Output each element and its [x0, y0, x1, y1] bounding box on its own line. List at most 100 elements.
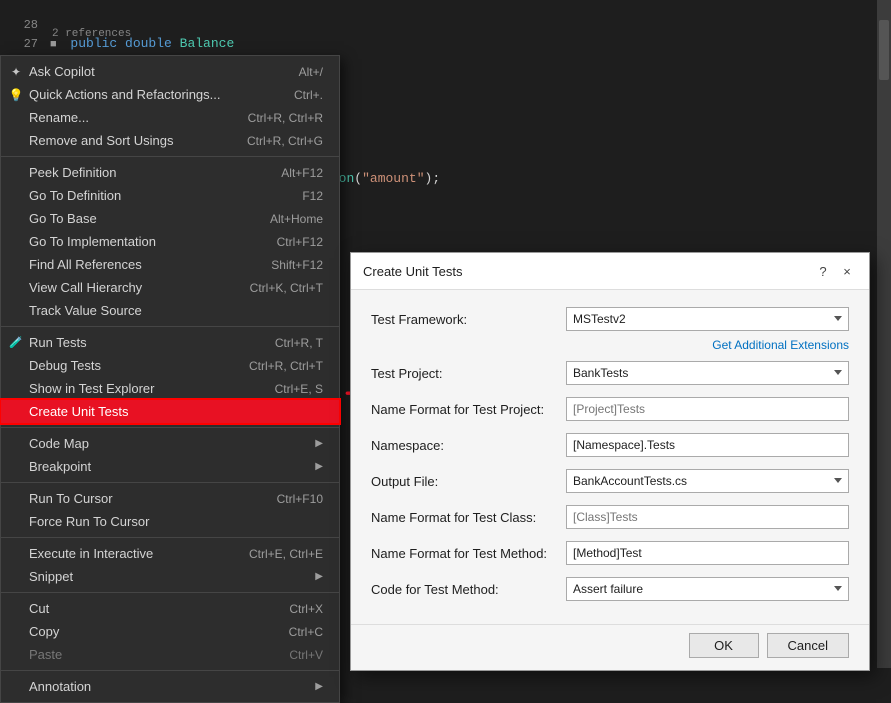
copilot-icon: ✦	[7, 65, 25, 79]
output-file-select[interactable]: BankAccountTests.cs	[566, 469, 849, 493]
menu-label: Remove and Sort Usings	[29, 133, 174, 148]
menu-item-breakpoint[interactable]: Breakpoint ▶	[1, 455, 339, 478]
menu-shortcut: Ctrl+K, Ctrl+T	[250, 281, 323, 295]
menu-item-cut[interactable]: Cut Ctrl+X	[1, 597, 339, 620]
menu-item-paste[interactable]: Paste Ctrl+V	[1, 643, 339, 666]
field-control-test-project: BankTests	[566, 361, 849, 385]
menu-label: Go To Definition	[29, 188, 121, 203]
separator	[1, 670, 339, 671]
menu-item-force-run-cursor[interactable]: Force Run To Cursor	[1, 510, 339, 533]
field-test-project: Test Project: BankTests	[371, 360, 849, 386]
menu-item-rename[interactable]: Rename... Ctrl+R, Ctrl+R	[1, 106, 339, 129]
menu-item-copy[interactable]: Copy Ctrl+C	[1, 620, 339, 643]
menu-label: Ask Copilot	[29, 64, 95, 79]
menu-label: Create Unit Tests	[29, 404, 128, 419]
get-extensions-link[interactable]: Get Additional Extensions	[371, 338, 849, 352]
menu-item-run-cursor[interactable]: Run To Cursor Ctrl+F10	[1, 487, 339, 510]
name-format-class-input[interactable]	[566, 505, 849, 529]
dialog-help-button[interactable]: ?	[813, 261, 833, 281]
menu-item-find-refs[interactable]: Find All References Shift+F12	[1, 253, 339, 276]
code-for-method-select[interactable]: Assert failure	[566, 577, 849, 601]
ok-button[interactable]: OK	[689, 633, 759, 658]
field-label-namespace: Namespace:	[371, 438, 566, 453]
menu-item-view-call-hier[interactable]: View Call Hierarchy Ctrl+K, Ctrl+T	[1, 276, 339, 299]
scrollbar-track[interactable]	[877, 0, 891, 668]
context-menu: ✦ Ask Copilot Alt+/ 💡 Quick Actions and …	[0, 55, 340, 703]
test-icon: 🧪	[7, 336, 25, 349]
name-format-project-input[interactable]	[566, 397, 849, 421]
menu-shortcut: F12	[302, 189, 323, 203]
dialog-titlebar: Create Unit Tests ? ×	[351, 253, 869, 290]
menu-item-run-tests[interactable]: 🧪 Run Tests Ctrl+R, T	[1, 331, 339, 354]
menu-item-execute-interactive[interactable]: Execute in Interactive Ctrl+E, Ctrl+E	[1, 542, 339, 565]
menu-shortcut: Alt+/	[299, 65, 323, 79]
field-output-file: Output File: BankAccountTests.cs	[371, 468, 849, 494]
dialog-controls: ? ×	[813, 261, 857, 281]
field-control-test-framework: MSTestv2 NUnit xUnit	[566, 307, 849, 331]
menu-label: Copy	[29, 624, 59, 639]
menu-label: View Call Hierarchy	[29, 280, 142, 295]
menu-label: Run To Cursor	[29, 491, 113, 506]
separator	[1, 427, 339, 428]
submenu-arrow-icon: ▶	[315, 438, 323, 449]
dialog-body: Test Framework: MSTestv2 NUnit xUnit Get…	[351, 290, 869, 624]
menu-item-go-to-base[interactable]: Go To Base Alt+Home	[1, 207, 339, 230]
menu-item-remove-sort[interactable]: Remove and Sort Usings Ctrl+R, Ctrl+G	[1, 129, 339, 152]
cancel-button[interactable]: Cancel	[767, 633, 849, 658]
menu-item-track-value[interactable]: Track Value Source	[1, 299, 339, 322]
menu-shortcut: Ctrl+R, Ctrl+R	[248, 111, 323, 125]
create-unit-tests-dialog: Create Unit Tests ? × Test Framework: MS…	[350, 252, 870, 671]
menu-shortcut: Ctrl+C	[289, 625, 323, 639]
field-label-name-format-method: Name Format for Test Method:	[371, 546, 566, 561]
menu-item-snippet[interactable]: Snippet ▶	[1, 565, 339, 588]
field-control-output-file: BankAccountTests.cs	[566, 469, 849, 493]
menu-shortcut: Ctrl+X	[289, 602, 323, 616]
field-label-name-format-class: Name Format for Test Class:	[371, 510, 566, 525]
menu-label: Cut	[29, 601, 49, 616]
menu-shortcut: Alt+Home	[270, 212, 323, 226]
menu-label: Run Tests	[29, 335, 87, 350]
menu-item-quick-actions[interactable]: 💡 Quick Actions and Refactorings... Ctrl…	[1, 83, 339, 106]
submenu-arrow-icon: ▶	[315, 571, 323, 582]
menu-item-peek-def[interactable]: Peek Definition Alt+F12	[1, 161, 339, 184]
field-label-code-for-method: Code for Test Method:	[371, 582, 566, 597]
separator	[1, 326, 339, 327]
menu-shortcut: Ctrl+E, S	[275, 382, 323, 396]
submenu-arrow-icon: ▶	[315, 681, 323, 692]
namespace-input[interactable]	[566, 433, 849, 457]
dialog-close-button[interactable]: ×	[837, 261, 857, 281]
menu-item-go-to-impl[interactable]: Go To Implementation Ctrl+F12	[1, 230, 339, 253]
menu-item-go-to-def[interactable]: Go To Definition F12	[1, 184, 339, 207]
scrollbar-thumb[interactable]	[879, 20, 889, 80]
separator	[1, 482, 339, 483]
name-format-method-input[interactable]	[566, 541, 849, 565]
field-label-test-framework: Test Framework:	[371, 312, 566, 327]
separator	[1, 537, 339, 538]
field-control-name-format-class	[566, 505, 849, 529]
test-framework-select[interactable]: MSTestv2 NUnit xUnit	[566, 307, 849, 331]
field-control-namespace	[566, 433, 849, 457]
field-control-code-for-method: Assert failure	[566, 577, 849, 601]
field-label-name-format-project: Name Format for Test Project:	[371, 402, 566, 417]
menu-item-code-map[interactable]: Code Map ▶	[1, 432, 339, 455]
menu-shortcut: Ctrl+R, Ctrl+T	[249, 359, 323, 373]
menu-item-ask-copilot[interactable]: ✦ Ask Copilot Alt+/	[1, 60, 339, 83]
menu-label: Track Value Source	[29, 303, 142, 318]
dialog-title: Create Unit Tests	[363, 264, 462, 279]
menu-item-show-test-explorer[interactable]: Show in Test Explorer Ctrl+E, S	[1, 377, 339, 400]
menu-item-debug-tests[interactable]: Debug Tests Ctrl+R, Ctrl+T	[1, 354, 339, 377]
menu-item-annotation[interactable]: Annotation ▶	[1, 675, 339, 698]
test-project-select[interactable]: BankTests	[566, 361, 849, 385]
menu-item-create-unit-tests[interactable]: Create Unit Tests	[1, 400, 339, 423]
menu-label: Paste	[29, 647, 62, 662]
get-extensions-row: Get Additional Extensions	[371, 338, 849, 352]
separator	[1, 592, 339, 593]
field-name-format-class: Name Format for Test Class:	[371, 504, 849, 530]
menu-shortcut: Ctrl+.	[294, 88, 323, 102]
field-name-format-project: Name Format for Test Project:	[371, 396, 849, 422]
field-label-output-file: Output File:	[371, 474, 566, 489]
menu-label: Go To Base	[29, 211, 97, 226]
menu-label: Rename...	[29, 110, 89, 125]
menu-label: Quick Actions and Refactorings...	[29, 87, 220, 102]
menu-label: Debug Tests	[29, 358, 101, 373]
